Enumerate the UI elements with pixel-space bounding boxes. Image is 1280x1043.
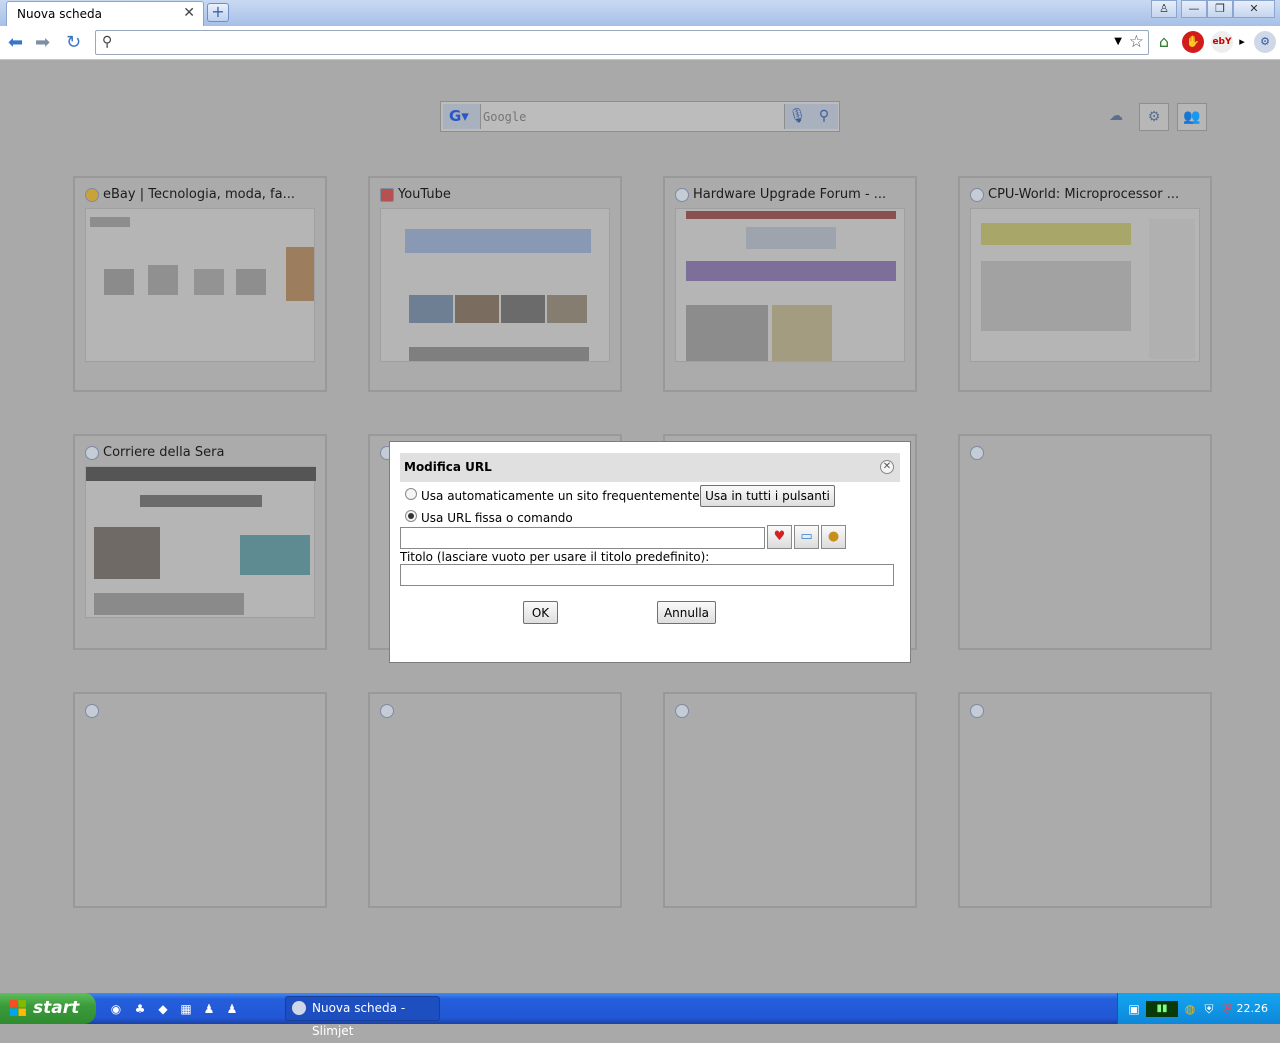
start-label: start: [33, 998, 80, 1018]
folder-icon[interactable]: ▭: [794, 525, 819, 549]
lightbulb-icon[interactable]: ●: [821, 525, 846, 549]
new-tab-button[interactable]: +: [207, 3, 229, 22]
start-button[interactable]: start: [0, 993, 96, 1024]
tile-thumbnail: [675, 208, 905, 362]
option-fixed-label: Usa URL fissa o comando: [421, 511, 573, 525]
speed-dial-tile-11[interactable]: [663, 692, 917, 908]
users-icon[interactable]: 👥: [1177, 103, 1207, 131]
favorites-heart-icon[interactable]: ♥: [767, 525, 792, 549]
adblock-icon[interactable]: ✋: [1182, 31, 1204, 53]
title-input[interactable]: [400, 564, 894, 586]
tab-close-icon[interactable]: ✕: [183, 5, 195, 21]
speed-dial-tile-youtube[interactable]: YouTube: [368, 176, 622, 392]
tile-title: YouTube: [398, 187, 451, 202]
tile-title: eBay | Tecnologia, moda, fa...: [103, 187, 295, 202]
globe-favicon-icon: [675, 188, 689, 202]
tray-security-icon[interactable]: ⛨: [1201, 1001, 1217, 1017]
profile-button[interactable]: ♙: [1151, 0, 1177, 18]
chevron-right-icon[interactable]: ▸: [1237, 31, 1247, 53]
quicklaunch-user-icon[interactable]: ♟: [201, 1001, 217, 1017]
dialog-header: Modifica URL ✕: [400, 453, 900, 482]
tray-shield-icon[interactable]: ⛨: [1219, 1001, 1235, 1017]
tile-thumbnail: [85, 208, 315, 362]
radio-auto-site[interactable]: [405, 488, 417, 500]
google-logo-icon[interactable]: G▾: [443, 104, 481, 129]
taskbar: start ◉ ♣ ◆ ▦ ♟ ♟ Nuova scheda - Slimjet…: [0, 993, 1280, 1038]
tile-title: Corriere della Sera: [103, 445, 225, 460]
edit-url-dialog: Modifica URL ✕ Usa automaticamente un si…: [389, 441, 911, 663]
tile-thumbnail: [380, 208, 610, 362]
ebay-icon[interactable]: ebY: [1211, 31, 1233, 53]
tile-thumbnail: [85, 466, 316, 618]
chevron-down-icon[interactable]: ▼: [1114, 36, 1122, 47]
cancel-button[interactable]: Annulla: [657, 601, 716, 624]
system-tray: ▣ ▮▮ ◍ ⛨ ⛨ 22.26: [1117, 993, 1280, 1024]
forward-arrow-icon[interactable]: ➡: [35, 32, 50, 53]
dialog-title: Modifica URL: [404, 460, 492, 474]
globe-favicon-icon: [85, 446, 99, 460]
speed-dial-tile-8[interactable]: [958, 434, 1212, 650]
globe-favicon-icon: [85, 704, 99, 718]
task-label: Nuova scheda - Slimjet: [312, 1001, 406, 1038]
tab-nuova-scheda[interactable]: Nuova scheda ✕: [6, 1, 204, 26]
close-window-button[interactable]: ✕: [1233, 0, 1275, 18]
reload-icon[interactable]: ↻: [66, 32, 81, 53]
ebay-favicon-icon: [85, 188, 99, 202]
speed-dial-tile-9[interactable]: [73, 692, 327, 908]
speed-dial-tile-corriere[interactable]: Corriere della Sera: [73, 434, 327, 650]
microphone-icon[interactable]: 🎙: [784, 104, 810, 129]
browser-toolbar: ⬅ ➡ ↻ ⚲ ▼ ☆ ⌂ ✋ ebY ▸ ⚙: [0, 26, 1280, 60]
network-tray-icon[interactable]: ▣: [1126, 1001, 1142, 1017]
speed-dial-tile-12[interactable]: [958, 692, 1212, 908]
tab-label: Nuova scheda: [17, 7, 103, 21]
settings-icon[interactable]: ⚙: [1139, 103, 1169, 131]
tile-title: Hardware Upgrade Forum - ...: [693, 187, 887, 202]
globe-favicon-icon: [970, 446, 984, 460]
globe-favicon-icon: [970, 188, 984, 202]
globe-favicon-icon: [675, 704, 689, 718]
tile-title: CPU-World: Microprocessor ...: [988, 187, 1180, 202]
speed-dial-tile-hardware-upgrade[interactable]: Hardware Upgrade Forum - ...: [663, 176, 917, 392]
globe-favicon-icon: [380, 704, 394, 718]
quicklaunch-film-icon[interactable]: ▦: [178, 1001, 194, 1017]
quicklaunch-user2-icon[interactable]: ♟: [224, 1001, 240, 1017]
radio-fixed-url[interactable]: [405, 510, 417, 522]
option-auto-label: Usa automaticamente un sito frequentemen…: [421, 489, 737, 503]
ok-button[interactable]: OK: [523, 601, 558, 624]
speed-dial-tile-cpu-world[interactable]: CPU-World: Microprocessor ...: [958, 176, 1212, 392]
cloud-icon[interactable]: ☁: [1101, 103, 1131, 131]
clock: 22.26: [1236, 1002, 1269, 1015]
url-input[interactable]: [400, 527, 765, 549]
cpu-meter-icon[interactable]: ▮▮: [1146, 1001, 1178, 1017]
close-icon[interactable]: ✕: [880, 460, 894, 474]
minimize-button[interactable]: —: [1181, 0, 1207, 18]
globe-favicon-icon: [970, 704, 984, 718]
taskbar-button-slimjet[interactable]: Nuova scheda - Slimjet: [285, 996, 440, 1038]
tray-app-icon[interactable]: ◍: [1182, 1001, 1198, 1017]
apply-all-buttons-button[interactable]: Usa in tutti i pulsanti: [700, 485, 835, 507]
windows-flag-icon: [10, 1000, 26, 1016]
omnibox[interactable]: ⚲ ▼ ☆: [95, 30, 1149, 55]
slimjet-icon: [292, 1001, 306, 1015]
youtube-favicon-icon: [380, 188, 394, 202]
quicklaunch-network-icon[interactable]: ♣: [132, 1001, 148, 1017]
speed-dial-tile-10[interactable]: [368, 692, 622, 908]
back-arrow-icon[interactable]: ⬅: [8, 32, 23, 53]
title-field-label: Titolo (lasciare vuoto per usare il tito…: [400, 550, 710, 564]
search-icon: ⚲: [102, 34, 113, 50]
speed-dial-tile-ebay[interactable]: eBay | Tecnologia, moda, fa...: [73, 176, 327, 392]
home-icon[interactable]: ⌂: [1153, 31, 1175, 53]
settings-gear-icon[interactable]: ⚙: [1254, 31, 1276, 53]
google-search-input[interactable]: [481, 105, 781, 129]
quicklaunch-browser-icon[interactable]: ◉: [108, 1001, 124, 1017]
tile-thumbnail: [970, 208, 1200, 362]
google-search-box: G▾ 🎙 ⚲: [440, 101, 840, 132]
bookmark-star-icon[interactable]: ☆: [1129, 32, 1144, 52]
restore-button[interactable]: ❐: [1207, 0, 1233, 18]
title-bar: Nuova scheda ✕ + ♙ — ❐ ✕: [0, 0, 1280, 26]
quicklaunch-app-icon[interactable]: ◆: [155, 1001, 171, 1017]
search-icon[interactable]: ⚲: [810, 104, 838, 129]
